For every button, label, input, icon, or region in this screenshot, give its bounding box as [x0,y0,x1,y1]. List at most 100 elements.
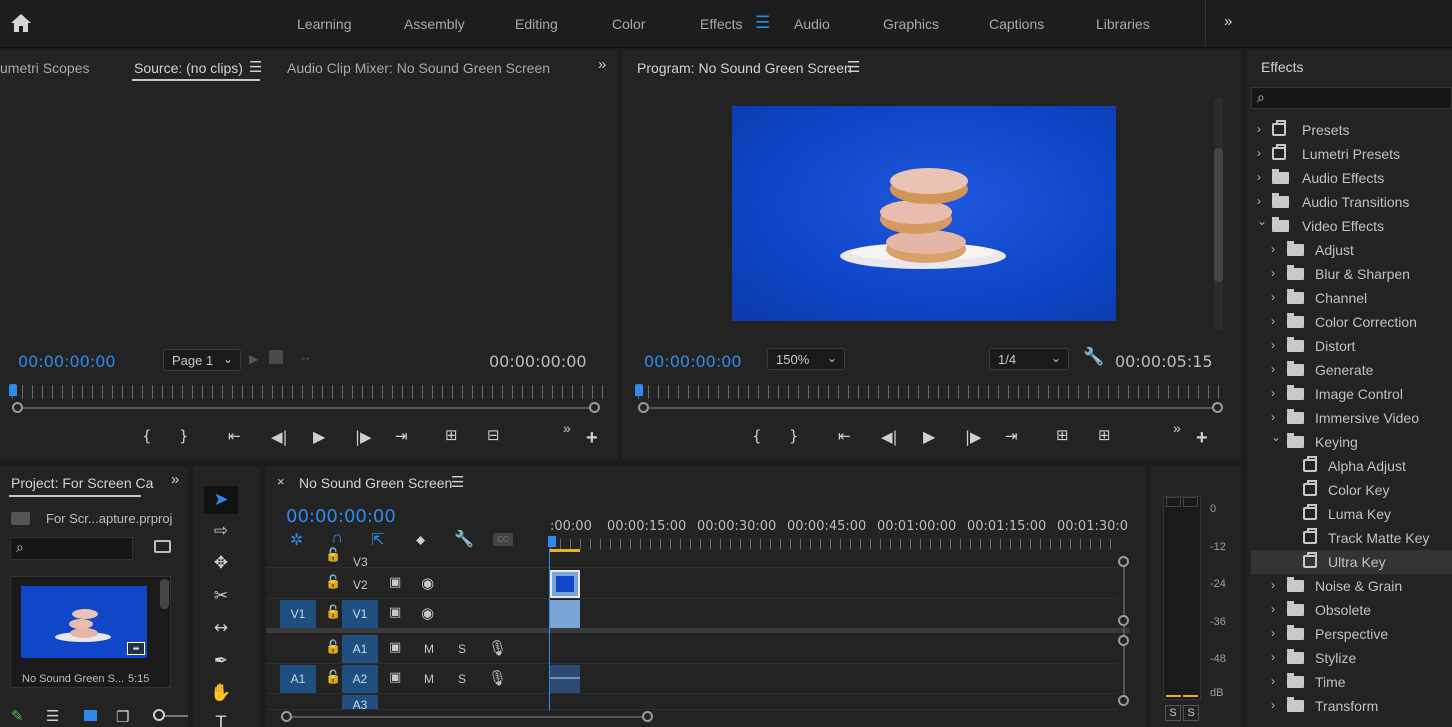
effects-tree-item[interactable]: › Audio Effects [1251,166,1452,190]
microphone-icon[interactable]: 🎙 [488,639,507,657]
type-tool-icon[interactable]: T [206,713,236,727]
video-audio-divider[interactable] [266,628,1130,633]
ripple-edit-tool-icon[interactable]: ✥ [206,553,236,579]
hand-tool-icon[interactable]: ✋ [206,683,236,709]
captions-cc-icon[interactable]: CC [493,533,513,546]
program-zoom-start-handle[interactable] [638,402,649,413]
eye-icon[interactable]: ◉ [421,574,434,592]
chevron-right-icon[interactable]: › [1271,578,1275,592]
thumbnail-scroll[interactable] [160,579,169,609]
mute-button[interactable]: M [424,672,434,686]
chevron-right-icon[interactable]: › [1271,314,1275,328]
chevron-right-icon[interactable]: › [1257,146,1261,160]
track-target-v1[interactable]: V1 [342,600,378,628]
effects-tree-item[interactable]: › Color Correction [1251,310,1452,334]
source-patch-v1[interactable]: V1 [280,600,316,628]
mark-out-icon[interactable]: } [789,429,799,444]
effects-tree-item[interactable]: › Adjust [1251,238,1452,262]
audio-clip-a2[interactable] [550,665,580,693]
source-zoom-start-handle[interactable] [12,402,23,413]
snap-magnet-icon[interactable]: ∩ [331,528,343,548]
close-icon[interactable]: × [277,474,285,489]
play-icon[interactable]: ▶ [923,429,935,445]
selection-tool-icon[interactable]: ➤ [206,489,236,515]
effects-tree-item[interactable]: › Channel [1251,286,1452,310]
pencil-icon[interactable]: ✎ [11,707,24,725]
program-scroll-track[interactable] [1214,98,1223,330]
wrench-icon[interactable]: 🔧 [1083,347,1104,367]
effects-tree-item[interactable]: › Noise & Grain [1251,574,1452,598]
effects-tree-item[interactable]: › Stylize [1251,646,1452,670]
tab-audio-clip-mixer[interactable]: Audio Clip Mixer: No Sound Green Screen [287,60,550,76]
double-chevron-right-icon[interactable]: » [1224,13,1232,30]
home-icon[interactable] [9,12,33,34]
controls-overflow-icon[interactable]: » [563,420,571,436]
program-menu-icon[interactable]: ☰ [847,58,860,76]
video-clip-v1[interactable] [550,600,580,628]
chevron-right-icon[interactable]: › [1257,170,1261,184]
v-scroll-handle[interactable] [1118,556,1129,567]
panel-overflow-icon[interactable]: » [598,56,606,73]
workspace-effects[interactable]: Effects [700,16,743,32]
lock-icon[interactable]: 🔓 [325,548,341,563]
button-editor-plus-icon[interactable]: + [1196,427,1208,450]
h-scroll-start-handle[interactable] [281,711,292,722]
workspace-assembly[interactable]: Assembly [404,16,465,32]
effects-tree-item[interactable]: ⌄ Keying [1251,430,1452,454]
effects-tree-item[interactable]: › Presets [1251,118,1452,142]
tab-source[interactable]: Source: (no clips) [134,60,243,76]
go-to-in-icon[interactable]: ⇤ [838,429,851,444]
effects-tree-item[interactable]: › Obsolete [1251,598,1452,622]
extract-icon[interactable]: ⊞ [1098,428,1111,443]
workspace-editing[interactable]: Editing [515,16,558,32]
zoom-slider-track[interactable] [165,715,188,717]
effects-tree-item[interactable]: › Distort [1251,334,1452,358]
timeline-horizontal-scroll[interactable] [292,716,645,718]
program-scroll-thumb[interactable] [1214,148,1223,282]
timeline-settings-wrench-icon[interactable]: 🔧 [454,529,474,549]
effects-tree-item[interactable]: Ultra Key [1251,550,1452,574]
track-a2[interactable]: A1 🔓 A2 ▣ M S 🎙 [266,664,1118,694]
project-clip-thumbnail[interactable]: ⇹ No Sound Green S... 5:15 [10,576,171,688]
mute-button[interactable]: M [424,642,434,656]
program-zoom-select[interactable]: 150% ⌄ [767,348,845,370]
effects-tree-item[interactable]: › Perspective [1251,622,1452,646]
source-menu-icon[interactable]: ☰ [249,58,262,76]
a-scroll-handle[interactable] [1118,635,1129,646]
chevron-right-icon[interactable]: › [1257,194,1261,208]
slip-tool-icon[interactable]: ↔ [206,618,236,644]
insert-icon[interactable]: ⊞ [445,428,458,443]
effects-tree-item[interactable]: › Image Control [1251,382,1452,406]
sequence-menu-icon[interactable]: ☰ [451,473,464,491]
chevron-down-icon[interactable]: ⌄ [1257,214,1267,228]
panel-overflow-icon[interactable]: » [171,471,179,488]
effects-tree-item[interactable]: Track Matte Key [1251,526,1452,550]
effects-tree-item[interactable]: › Time [1251,670,1452,694]
workspace-libraries[interactable]: Libraries [1096,16,1150,32]
freeform-view-icon[interactable]: ❐ [116,708,129,726]
lift-icon[interactable]: ⊞ [1056,428,1069,443]
play-icon[interactable]: ▶ [313,429,325,445]
track-select-tool-icon[interactable]: ⇨ [206,521,236,547]
effects-tree-item[interactable]: › Transform [1251,694,1452,718]
workspace-learning[interactable]: Learning [297,16,352,32]
tab-lumetri-scopes[interactable]: umetri Scopes [0,60,89,76]
mark-out-icon[interactable]: } [179,429,189,444]
track-target-a1[interactable]: A1 [342,635,378,663]
chevron-right-icon[interactable]: › [1271,290,1275,304]
grid-icon[interactable] [269,350,283,364]
source-time-ruler[interactable] [12,385,604,399]
workspace-captions[interactable]: Captions [989,16,1044,32]
linked-selection-icon[interactable]: ⇱ [371,530,384,550]
track-v2[interactable]: 🔓 V2 ▣ ◉ [266,569,1118,599]
chevron-right-icon[interactable]: › [1271,362,1275,376]
insert-sequences-as-nests-icon[interactable]: ✲ [290,530,303,550]
program-zoom-bar[interactable] [644,407,1218,409]
add-marker-icon[interactable]: ⬥ [416,532,425,548]
button-editor-plus-icon[interactable]: + [586,427,598,450]
lock-icon[interactable]: 🔓 [325,640,341,655]
meter-solo-right-button[interactable]: S [1183,705,1199,721]
v-scroll-handle[interactable] [1118,615,1129,626]
mark-in-icon[interactable]: { [752,429,762,444]
effects-tree-item[interactable]: Luma Key [1251,502,1452,526]
